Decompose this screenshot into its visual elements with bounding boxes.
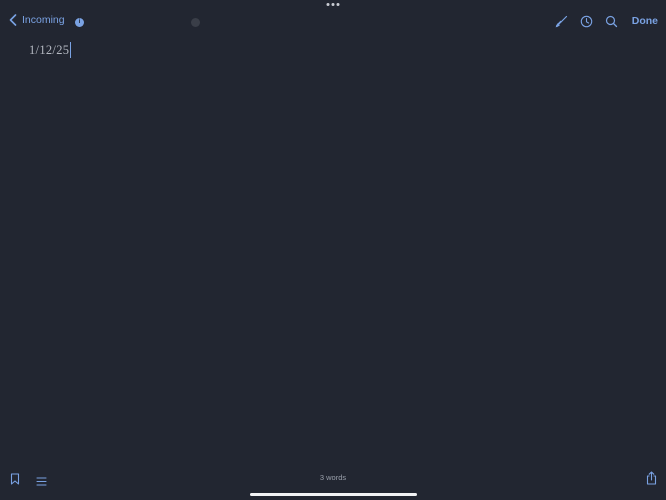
note-editor[interactable]: 1/12/25: [29, 42, 72, 58]
chevron-left-icon: [9, 14, 17, 26]
note-text[interactable]: 1/12/25: [29, 43, 69, 58]
dot: [336, 3, 340, 6]
share-icon[interactable]: [646, 471, 657, 490]
dot: [326, 3, 330, 6]
clock-icon[interactable]: [580, 14, 594, 28]
editor-screen: Incoming i Done 1/12/25 3 words: [0, 0, 666, 500]
info-badge[interactable]: i: [75, 18, 84, 27]
done-button[interactable]: Done: [632, 15, 658, 27]
brush-icon[interactable]: [555, 14, 569, 28]
dot: [331, 3, 335, 6]
multitasking-handle[interactable]: [326, 3, 340, 6]
text-caret: [70, 42, 72, 58]
bottom-bar: 3 words: [0, 470, 666, 486]
camera-dot: [191, 18, 200, 27]
back-button[interactable]: Incoming: [9, 14, 65, 26]
back-label: Incoming: [22, 14, 65, 26]
word-count[interactable]: 3 words: [0, 473, 666, 482]
toolbar-right: Done: [555, 14, 658, 28]
search-icon[interactable]: [605, 14, 619, 28]
home-indicator[interactable]: [250, 493, 417, 496]
